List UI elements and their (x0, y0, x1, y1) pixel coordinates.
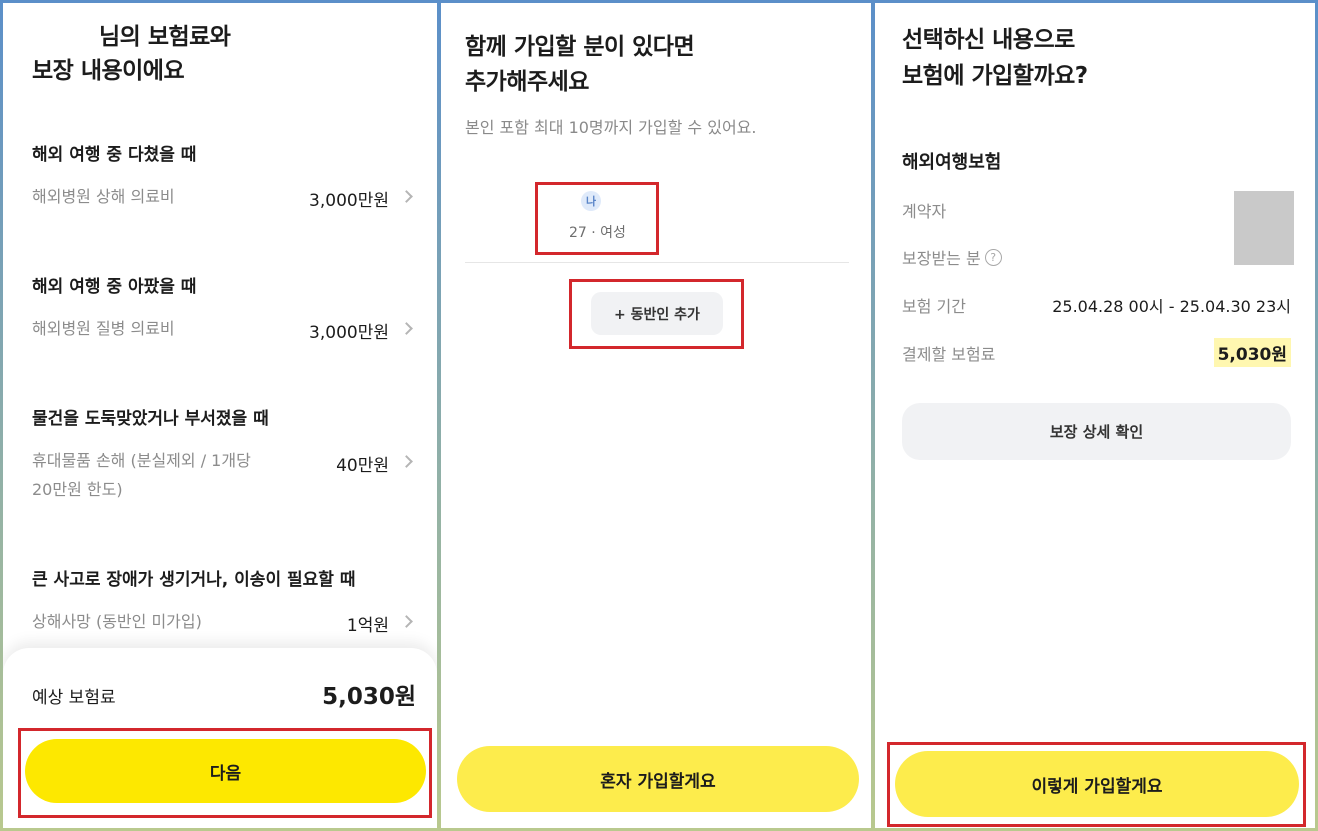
coverage-item-label[interactable]: 해외병원 질병 의료비 (32, 314, 282, 343)
period-label: 보험 기간 (902, 297, 966, 316)
coverage-summary-panel: 님의 보험료와 보장 내용이에요 해외 여행 중 다쳤을 때 해외병원 상해 의… (3, 3, 437, 828)
divider (465, 262, 849, 263)
estimate-value: 5,030원 (322, 684, 416, 710)
chevron-right-icon[interactable] (400, 615, 413, 628)
premium-value: 5,030원 (1213, 338, 1291, 367)
contractor-value-redacted (1234, 191, 1294, 265)
member-card-highlight[interactable] (535, 182, 659, 255)
page-title-line1: 함께 가입할 분이 있다면 (465, 34, 695, 60)
page-title-line2: 보험에 가입할까요? (902, 63, 1088, 89)
section-heading-illness: 해외 여행 중 아팠을 때 (32, 277, 197, 297)
page-title-line1: 님의 보험료와 (99, 24, 231, 50)
page-title-line1: 선택하신 내용으로 (902, 27, 1075, 53)
coverage-detail-button[interactable]: 보장 상세 확인 (902, 403, 1291, 460)
chevron-right-icon[interactable] (400, 322, 413, 335)
coverage-item-value: 40만원 (336, 456, 389, 476)
coverage-item-label[interactable]: 해외병원 상해 의료비 (32, 182, 282, 211)
insurance-name: 해외여행보험 (902, 152, 1002, 173)
chevron-right-icon[interactable] (400, 190, 413, 203)
contractor-label: 계약자 (902, 202, 947, 221)
page-subtitle: 본인 포함 최대 10명까지 가입할 수 있어요. (465, 118, 757, 137)
page-title-line2: 보장 내용이에요 (32, 58, 185, 84)
section-heading-belongings: 물건을 도둑맞았거나 부서졌을 때 (32, 409, 269, 429)
coverage-item-label-line1[interactable]: 휴대물품 손해 (분실제외 / 1개당 (32, 446, 282, 475)
period-value: 25.04.28 00시 - 25.04.30 23시 (1052, 297, 1291, 316)
highlight-box (18, 728, 432, 818)
coverage-item-label[interactable]: 상해사망 (동반인 미가입) (32, 607, 282, 636)
premium-label: 결제할 보험료 (902, 345, 996, 364)
estimate-label: 예상 보험료 (32, 688, 116, 708)
chevron-right-icon[interactable] (400, 455, 413, 468)
add-companion-panel: 함께 가입할 분이 있다면 추가해주세요 본인 포함 최대 10명까지 가입할 … (441, 3, 871, 828)
insured-label: 보장받는 분 ? (902, 245, 1002, 269)
section-heading-injury: 해외 여행 중 다쳤을 때 (32, 145, 197, 165)
coverage-item-value: 3,000만원 (309, 323, 389, 343)
highlight-box (887, 742, 1306, 827)
coverage-item-value: 1억원 (346, 616, 389, 636)
confirm-panel: 선택하신 내용으로 보험에 가입할까요? 해외여행보험 계약자 보장받는 분 ?… (875, 3, 1315, 828)
question-icon[interactable]: ? (984, 248, 1002, 266)
page-title-line2: 추가해주세요 (465, 69, 589, 95)
coverage-item-value: 3,000만원 (309, 191, 389, 211)
solo-signup-button[interactable]: 혼자 가입할게요 (457, 746, 859, 812)
section-heading-major-accident: 큰 사고로 장애가 생기거나, 이송이 필요할 때 (32, 570, 356, 590)
highlight-box (569, 279, 744, 349)
coverage-item-label-line2[interactable]: 20만원 한도) (32, 475, 282, 504)
